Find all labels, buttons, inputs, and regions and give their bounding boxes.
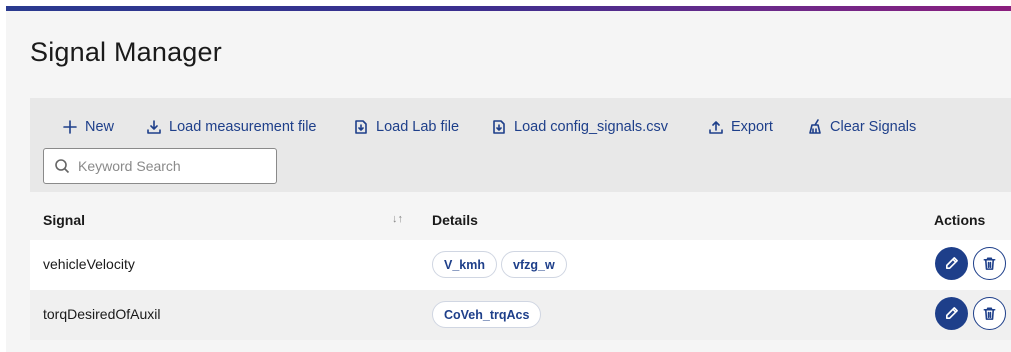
search-icon	[55, 159, 70, 174]
load-lab-file-button[interactable]: Load Lab file	[353, 116, 459, 138]
table-header: Signal ↓↑ Details Actions	[30, 200, 1011, 240]
pencil-icon	[946, 307, 958, 319]
export-label: Export	[731, 119, 773, 135]
plus-icon	[63, 120, 77, 134]
delete-button[interactable]	[973, 297, 1006, 330]
page-title: Signal Manager	[30, 37, 222, 67]
trash-icon	[983, 257, 996, 270]
toolbar: New Load measurement file Load Lab file …	[30, 98, 1011, 192]
sort-icon[interactable]: ↓↑	[392, 213, 403, 225]
detail-chip[interactable]: vfzg_w	[501, 251, 567, 278]
signal-name: torqDesiredOfAuxil	[43, 306, 161, 322]
pencil-icon	[946, 257, 958, 269]
broom-icon	[809, 119, 821, 134]
signal-name: vehicleVelocity	[43, 256, 135, 272]
search-box[interactable]	[43, 148, 277, 184]
file-download-icon	[355, 120, 367, 134]
load-lab-file-label: Load Lab file	[376, 119, 460, 135]
clear-signals-label: Clear Signals	[830, 119, 917, 135]
header-details: Details	[432, 212, 478, 228]
load-measurement-file-label: Load measurement file	[169, 119, 317, 135]
header-actions: Actions	[934, 212, 986, 228]
upload-icon	[709, 121, 723, 134]
edit-button[interactable]	[935, 297, 968, 330]
details-cell: V_kmh vfzg_w	[432, 251, 567, 278]
download-icon	[147, 120, 161, 134]
load-config-signals-button[interactable]: Load config_signals.csv	[491, 116, 668, 138]
table-row[interactable]: torqDesiredOfAuxil CoVeh_trqAcs	[30, 290, 1011, 340]
export-button[interactable]: Export	[708, 116, 773, 138]
file-download-icon	[493, 120, 505, 134]
trash-icon	[983, 307, 996, 320]
signals-table: Signal ↓↑ Details Actions vehicleVelocit…	[30, 200, 1011, 340]
details-cell: CoVeh_trqAcs	[432, 301, 542, 328]
detail-chip[interactable]: CoVeh_trqAcs	[432, 301, 542, 328]
row-actions	[935, 247, 1006, 280]
page-container: Signal Manager New Load measurement file…	[6, 11, 1011, 352]
detail-chip[interactable]: V_kmh	[432, 251, 497, 278]
new-button-label: New	[85, 119, 115, 135]
edit-button[interactable]	[935, 247, 968, 280]
search-input[interactable]	[78, 158, 268, 174]
row-actions	[935, 297, 1006, 330]
delete-button[interactable]	[973, 247, 1006, 280]
new-button[interactable]: New	[62, 116, 114, 138]
load-measurement-file-button[interactable]: Load measurement file	[146, 116, 317, 138]
clear-signals-button[interactable]: Clear Signals	[807, 116, 916, 138]
table-row[interactable]: vehicleVelocity V_kmh vfzg_w	[30, 240, 1011, 290]
load-config-signals-label: Load config_signals.csv	[514, 119, 668, 135]
header-signal[interactable]: Signal	[43, 212, 85, 228]
